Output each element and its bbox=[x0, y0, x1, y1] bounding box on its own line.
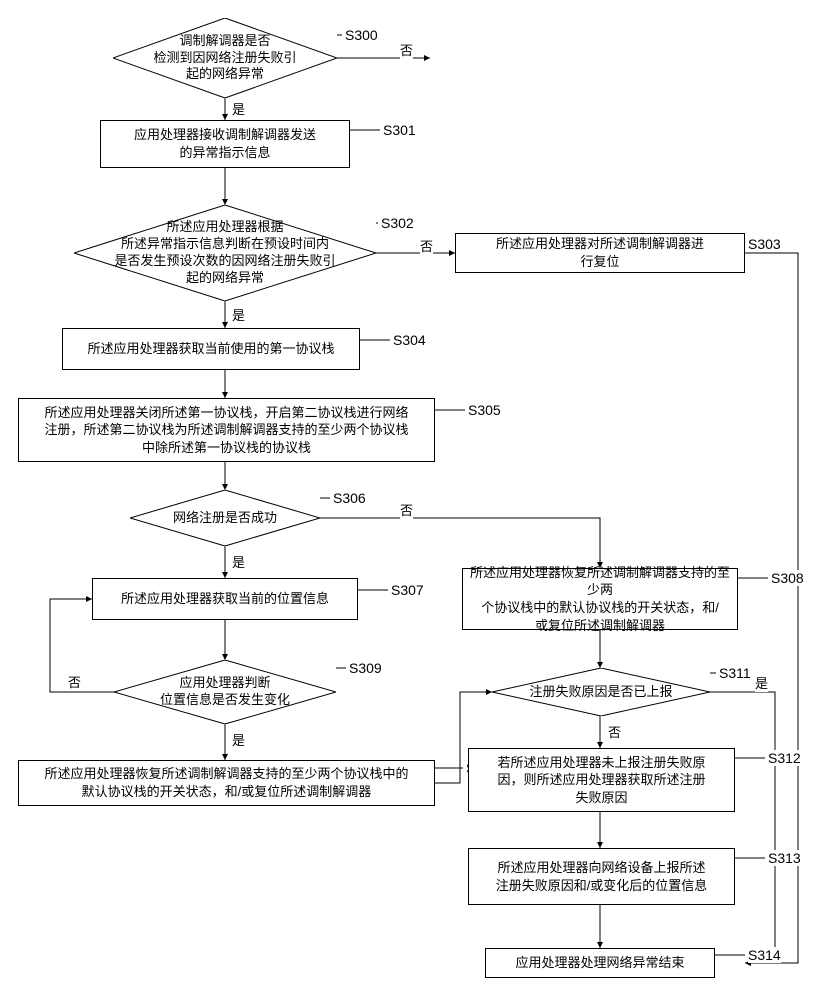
step-label-s304: S304 bbox=[393, 332, 426, 348]
node-s313-text: 所述应用处理器向网络设备上报所述注册失败原因和/或变化后的位置信息 bbox=[496, 859, 708, 894]
node-s305-text: 所述应用处理器关闭所述第一协议栈，开启第二协议栈进行网络注册，所述第二协议栈为所… bbox=[44, 404, 408, 457]
node-s314: 应用处理器处理网络异常结束 bbox=[485, 948, 715, 978]
edge-label-no: 否 bbox=[400, 500, 413, 519]
node-s314-text: 应用处理器处理网络异常结束 bbox=[515, 954, 684, 972]
node-s301: 应用处理器接收调制解调器发送的异常指示信息 bbox=[100, 120, 350, 168]
node-s307: 所述应用处理器获取当前的位置信息 bbox=[92, 578, 358, 620]
step-label-s305: S305 bbox=[468, 402, 501, 418]
node-s300: 调制解调器是否检测到因网络注册失败引起的网络异常 bbox=[113, 18, 337, 98]
node-s313: 所述应用处理器向网络设备上报所述注册失败原因和/或变化后的位置信息 bbox=[468, 848, 735, 905]
step-label-s311: S311 bbox=[719, 665, 751, 681]
step-label-s308: S308 bbox=[771, 570, 804, 586]
node-s309: 应用处理器判断位置信息是否发生变化 bbox=[114, 660, 336, 724]
step-label-s312: S312 bbox=[768, 750, 801, 766]
node-s302: 所述应用处理器根据所述异常指示信息判断在预设时间内是否发生预设次数的因网络注册失… bbox=[74, 205, 376, 301]
node-s300-text: 调制解调器是否检测到因网络注册失败引起的网络异常 bbox=[113, 18, 337, 98]
node-s310: 所述应用处理器恢复所述调制解调器支持的至少两个协议栈中的默认协议栈的开关状态，和… bbox=[18, 760, 435, 806]
node-s311: 注册失败原因是否已上报 bbox=[492, 668, 710, 716]
edge-label-yes: 是 bbox=[232, 552, 245, 571]
step-label-s301: S301 bbox=[383, 122, 416, 138]
node-s303: 所述应用处理器对所述调制解调器进行复位 bbox=[455, 233, 745, 273]
step-label-s303: S303 bbox=[748, 236, 781, 252]
node-s302-text: 所述应用处理器根据所述异常指示信息判断在预设时间内是否发生预设次数的因网络注册失… bbox=[74, 205, 376, 301]
edge-label-no: 否 bbox=[608, 722, 621, 741]
node-s308-text: 所述应用处理器恢复所述调制解调器支持的至少两个协议栈中的默认协议栈的开关状态，和… bbox=[469, 564, 731, 634]
step-label-s300: S300 bbox=[345, 27, 378, 43]
node-s306: 网络注册是否成功 bbox=[130, 490, 320, 546]
node-s309-text: 应用处理器判断位置信息是否发生变化 bbox=[114, 660, 336, 724]
step-label-s314: S314 bbox=[748, 947, 781, 963]
flowchart: 调制解调器是否检测到因网络注册失败引起的网络异常 S300 是 否 应用处理器接… bbox=[0, 0, 819, 1000]
node-s310-text: 所述应用处理器恢复所述调制解调器支持的至少两个协议栈中的默认协议栈的开关状态，和… bbox=[44, 765, 408, 800]
edge-label-yes: 是 bbox=[232, 305, 245, 324]
edge-label-yes: 是 bbox=[755, 673, 768, 692]
node-s308: 所述应用处理器恢复所述调制解调器支持的至少两个协议栈中的默认协议栈的开关状态，和… bbox=[462, 568, 738, 630]
node-s312-text: 若所述应用处理器未上报注册失败原因，则所述应用处理器获取所述注册失败原因 bbox=[497, 754, 705, 807]
node-s305: 所述应用处理器关闭所述第一协议栈，开启第二协议栈进行网络注册，所述第二协议栈为所… bbox=[18, 398, 435, 462]
step-label-s313: S313 bbox=[768, 850, 801, 866]
node-s306-text: 网络注册是否成功 bbox=[130, 490, 320, 546]
node-s311-text: 注册失败原因是否已上报 bbox=[492, 668, 710, 716]
node-s307-text: 所述应用处理器获取当前的位置信息 bbox=[121, 590, 329, 608]
step-label-s309: S309 bbox=[349, 660, 382, 676]
edge-label-no: 否 bbox=[400, 40, 413, 59]
node-s312: 若所述应用处理器未上报注册失败原因，则所述应用处理器获取所述注册失败原因 bbox=[468, 748, 735, 812]
step-label-s302: S302 bbox=[381, 215, 414, 231]
edge-label-no: 否 bbox=[420, 236, 433, 255]
node-s304-text: 所述应用处理器获取当前使用的第一协议栈 bbox=[87, 340, 334, 358]
step-label-s306: S306 bbox=[333, 490, 366, 506]
node-s301-text: 应用处理器接收调制解调器发送的异常指示信息 bbox=[134, 126, 316, 161]
edge-label-no: 否 bbox=[68, 672, 81, 691]
node-s304: 所述应用处理器获取当前使用的第一协议栈 bbox=[62, 328, 360, 370]
edge-label-yes: 是 bbox=[232, 730, 245, 749]
node-s303-text: 所述应用处理器对所述调制解调器进行复位 bbox=[496, 235, 704, 270]
step-label-s307: S307 bbox=[391, 582, 424, 598]
edge-label-yes: 是 bbox=[232, 99, 245, 118]
